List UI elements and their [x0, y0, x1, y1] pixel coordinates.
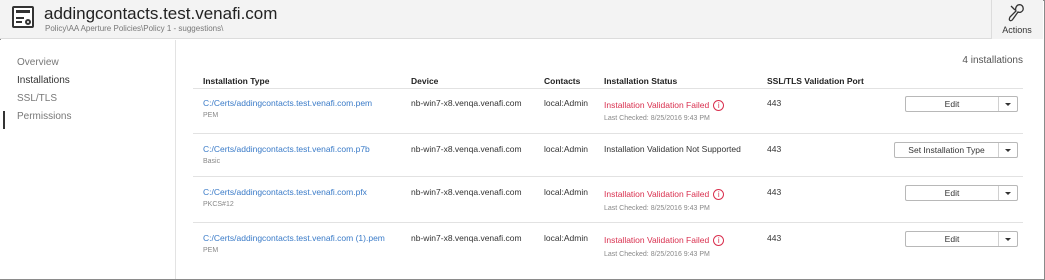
installation-status: Installation Validation Failed i — [604, 235, 725, 247]
chevron-down-icon[interactable] — [999, 232, 1017, 246]
row-action-split-button: Edit — [905, 231, 1018, 247]
installation-type: PKCS#12 — [203, 201, 234, 208]
installation-status: Installation Validation Failed i — [604, 189, 725, 201]
row-action-split-button: Edit — [905, 96, 1018, 112]
info-circle-icon[interactable]: i — [713, 189, 725, 201]
contacts: local:Admin — [544, 233, 588, 243]
column-header-device[interactable]: Device — [411, 76, 438, 86]
validation-port: 443 — [767, 187, 782, 197]
contacts: local:Admin — [544, 187, 588, 197]
certificate-icon — [12, 6, 34, 28]
actions-label: Actions — [1002, 25, 1032, 35]
chevron-down-icon[interactable] — [999, 97, 1017, 111]
contacts: local:Admin — [544, 144, 588, 154]
row-divider — [193, 222, 1023, 223]
validation-port: 443 — [767, 144, 782, 154]
installation-type: PEM — [203, 112, 219, 119]
set-installation-type-button[interactable]: Set Installation Type — [895, 143, 999, 157]
sidebar-item-overview[interactable]: Overview — [17, 57, 59, 68]
status-text: Installation Validation Failed — [604, 100, 710, 110]
row-divider — [193, 133, 1023, 134]
validation-port: 443 — [767, 98, 782, 108]
column-header-contacts[interactable]: Contacts — [544, 76, 580, 86]
contacts: local:Admin — [544, 98, 588, 108]
column-header-validation-port[interactable]: SSL/TLS Validation Port — [767, 76, 864, 86]
wrench-icon — [1008, 4, 1024, 22]
column-header-installation-type[interactable]: Installation Type — [203, 76, 269, 86]
status-text: Installation Validation Failed — [604, 189, 710, 199]
installation-path-link[interactable]: C:/Certs/addingcontacts.test.venafi.com … — [203, 233, 385, 243]
header-divider — [193, 88, 1023, 89]
installation-path-link[interactable]: C:/Certs/addingcontacts.test.venafi.com.… — [203, 98, 372, 108]
breadcrumb: Policy\AA Aperture Policies\Policy 1 - s… — [45, 24, 224, 33]
edit-button[interactable]: Edit — [906, 186, 999, 200]
edit-button[interactable]: Edit — [906, 97, 999, 111]
chevron-down-icon[interactable] — [999, 186, 1017, 200]
device-name: nb-win7-x8.venqa.venafi.com — [411, 233, 522, 243]
column-header-installation-status[interactable]: Installation Status — [604, 76, 677, 86]
installation-type: Basic — [203, 158, 221, 165]
actions-button[interactable]: Actions — [991, 0, 1043, 39]
sidebar-item-ssl-tls[interactable]: SSL/TLS — [17, 93, 57, 104]
installation-type: PEM — [203, 247, 219, 254]
last-checked: Last Checked: 8/25/2016 9:43 PM — [604, 205, 710, 212]
info-circle-icon[interactable]: i — [713, 100, 725, 112]
device-name: nb-win7-x8.venqa.venafi.com — [411, 187, 522, 197]
installation-path-link[interactable]: C:/Certs/addingcontacts.test.venafi.com.… — [203, 144, 370, 154]
last-checked: Last Checked: 8/25/2016 9:43 PM — [604, 251, 710, 258]
page-header: addingcontacts.test.venafi.com Policy\AA… — [0, 0, 1043, 39]
device-name: nb-win7-x8.venqa.venafi.com — [411, 144, 522, 154]
device-name: nb-win7-x8.venqa.venafi.com — [411, 98, 522, 108]
page-title: addingcontacts.test.venafi.com — [44, 4, 278, 23]
row-action-split-button: Set Installation Type — [894, 142, 1018, 158]
active-indicator — [3, 111, 5, 129]
sidebar-item-permissions[interactable]: Permissions — [17, 111, 71, 122]
last-checked: Last Checked: 8/25/2016 9:43 PM — [604, 115, 710, 122]
installation-status: Installation Validation Failed i — [604, 100, 725, 112]
info-circle-icon[interactable]: i — [713, 235, 725, 247]
validation-port: 443 — [767, 233, 782, 243]
installation-status: Installation Validation Not Supported — [604, 144, 741, 154]
edit-button[interactable]: Edit — [906, 232, 999, 246]
installation-path-link[interactable]: C:/Certs/addingcontacts.test.venafi.com.… — [203, 187, 367, 197]
row-action-split-button: Edit — [905, 185, 1018, 201]
row-divider — [193, 176, 1023, 177]
sidebar: Overview Installations SSL/TLS Permissio… — [0, 40, 176, 279]
sidebar-item-installations[interactable]: Installations — [17, 75, 70, 86]
chevron-down-icon[interactable] — [999, 143, 1017, 157]
status-text: Installation Validation Failed — [604, 235, 710, 245]
installation-count: 4 installations — [962, 55, 1023, 66]
